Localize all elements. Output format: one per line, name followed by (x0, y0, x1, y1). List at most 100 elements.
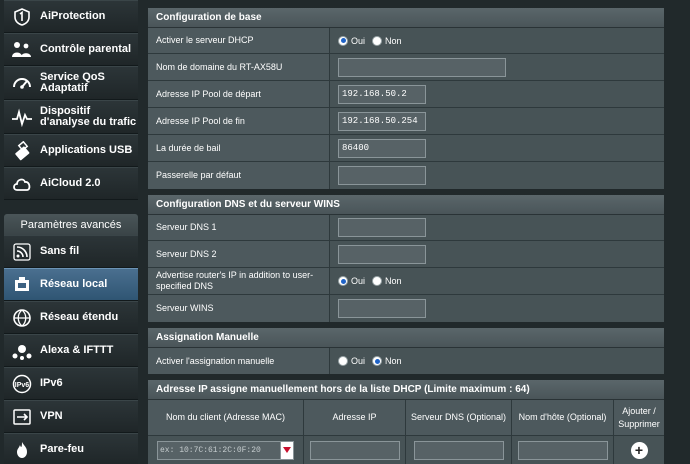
main-content: Configuration de base Activer le serveur… (148, 8, 664, 464)
cloud-icon (10, 172, 34, 196)
field-label: La durée de bail (148, 135, 330, 161)
sidebar-item-firewall[interactable]: Pare-feu (4, 433, 138, 464)
advertise-row: Advertise router's IP in addition to use… (148, 268, 664, 295)
sidebar-item-label: IPv6 (40, 377, 63, 389)
manual-list-section: Adresse IP assigne manuellement hors de … (148, 380, 664, 464)
sidebar-item-vpn[interactable]: VPN (4, 400, 138, 433)
ipv6-icon: IPv6 (10, 372, 34, 396)
sidebar-item-ipv6[interactable]: IPv6 IPv6 (4, 367, 138, 400)
field-label: Serveur WINS (148, 295, 330, 322)
client-dropdown-button[interactable] (280, 440, 294, 460)
manual-yes-radio[interactable] (338, 356, 348, 366)
sidebar-item-label: Réseau étendu (40, 311, 119, 323)
col-host-header: Nom d'hôte (Optional) (512, 400, 614, 435)
table-header: Nom du client (Adresse MAC) Adresse IP S… (148, 400, 664, 436)
sidebar-item-label: Réseau local (40, 278, 108, 290)
sidebar-item-wan[interactable]: Réseau étendu (4, 301, 138, 334)
wins-row: Serveur WINS (148, 295, 664, 322)
sidebar-item-label: AiCloud 2.0 (40, 177, 101, 189)
lease-row: La durée de bail 86400 (148, 135, 664, 162)
parental-icon (10, 38, 34, 62)
vpn-icon (10, 405, 34, 429)
col-ip-header: Adresse IP (304, 400, 406, 435)
sidebar-item-label: Alexa & IFTTT (40, 344, 114, 356)
client-mac-input[interactable]: ex: 10:7C:61:2C:0F:20 (157, 440, 294, 460)
dns1-row: Serveur DNS 1 (148, 215, 664, 241)
dns1-input[interactable] (338, 218, 426, 237)
field-label: Serveur DNS 1 (148, 215, 330, 240)
hostname-input[interactable] (517, 440, 608, 460)
sidebar: AiProtection Contrôle parental Service Q… (0, 0, 140, 464)
field-label: Activer le serveur DHCP (148, 28, 330, 53)
section-title: Adresse IP assigne manuellement hors de … (148, 380, 664, 400)
sidebar-item-wireless[interactable]: Sans fil (4, 235, 138, 268)
sidebar-item-aicloud[interactable]: AiCloud 2.0 (4, 167, 138, 200)
sidebar-item-qos[interactable]: Service QoS Adaptatif (4, 66, 138, 100)
domain-name-input[interactable] (338, 57, 506, 77)
sidebar-item-usb[interactable]: Applications USB (4, 134, 138, 167)
advanced-settings-header: Paramètres avancés (4, 214, 138, 235)
section-title: Assignation Manuelle (148, 328, 664, 348)
section-title: Configuration de base (148, 8, 664, 28)
add-entry-button[interactable]: + (630, 441, 648, 459)
wins-input[interactable] (338, 299, 426, 318)
pool-start-row: Adresse IP Pool de départ 192.168.50.2 (148, 81, 664, 108)
shield-icon (10, 5, 34, 29)
dns2-row: Serveur DNS 2 (148, 241, 664, 268)
col-action-header: Ajouter / Supprimer (618, 405, 660, 429)
wifi-icon (10, 240, 34, 264)
field-label: Adresse IP Pool de départ (148, 81, 330, 107)
field-label: Serveur DNS 2 (148, 241, 330, 267)
section-title: Configuration DNS et du serveur WINS (148, 195, 664, 215)
usb-icon (10, 139, 34, 163)
dhcp-no-radio[interactable] (372, 35, 383, 46)
dns-server-input[interactable] (413, 440, 504, 460)
svg-text:IPv6: IPv6 (15, 382, 30, 389)
domain-row: Nom de domaine du RT-AX58U (148, 54, 664, 81)
dhcp-row: Activer le serveur DHCP Oui Non (148, 28, 664, 54)
gateway-input[interactable] (338, 166, 426, 185)
lease-time-input[interactable]: 86400 (338, 138, 426, 158)
sidebar-item-label: Service QoS Adaptatif (40, 71, 105, 94)
sidebar-item-label: AiProtection (40, 10, 106, 22)
advanced-menu: Sans fil Réseau local Réseau étendu Alex… (4, 235, 138, 464)
wan-globe-icon (10, 306, 34, 330)
basic-config-section: Configuration de base Activer le serveur… (148, 8, 664, 189)
general-menu: AiProtection Contrôle parental Service Q… (4, 0, 138, 200)
field-label: Passerelle par défaut (148, 162, 330, 189)
col-client-header: Nom du client (Adresse MAC) (148, 400, 304, 435)
sidebar-item-label: Sans fil (40, 245, 80, 257)
table-row: ex: 10:7C:61:2C:0F:20 + (148, 436, 664, 464)
advertise-no-radio[interactable] (372, 276, 383, 286)
plus-icon: + (634, 442, 644, 458)
advertise-yes-radio[interactable] (338, 276, 348, 286)
sidebar-item-label: Applications USB (40, 144, 133, 156)
sidebar-item-alexa-ifttt[interactable]: Alexa & IFTTT (4, 334, 138, 367)
sidebar-item-lan[interactable]: Réseau local (4, 268, 138, 301)
field-label: Nom de domaine du RT-AX58U (148, 54, 330, 80)
lan-icon (10, 273, 34, 297)
pool-end-row: Adresse IP Pool de fin 192.168.50.254 (148, 108, 664, 135)
col-dns-header: Serveur DNS (Optional) (406, 400, 512, 435)
manual-no-radio[interactable] (372, 356, 383, 366)
field-label: Activer l'assignation manuelle (148, 348, 330, 374)
sidebar-item-label: Contrôle parental (40, 43, 132, 55)
sidebar-item-traffic-analyzer[interactable]: Dispositif d'analyse du trafic (4, 100, 138, 134)
manual-enable-row: Activer l'assignation manuelle Oui Non (148, 348, 664, 374)
ip-address-input[interactable] (309, 440, 400, 460)
field-label: Advertise router's IP in addition to use… (148, 268, 330, 294)
pool-start-input[interactable]: 192.168.50.2 (338, 84, 426, 104)
dhcp-yes-radio[interactable] (338, 35, 348, 46)
chevron-down-icon (283, 447, 291, 453)
qos-gauge-icon (10, 71, 34, 95)
sidebar-item-label: Dispositif d'analyse du trafic (40, 105, 137, 128)
sidebar-item-aiprotection[interactable]: AiProtection (4, 0, 138, 33)
sidebar-item-label: Pare-feu (40, 443, 85, 455)
pool-end-input[interactable]: 192.168.50.254 (338, 111, 426, 131)
alexa-icon (10, 339, 34, 363)
traffic-analyzer-icon (10, 105, 34, 129)
dns2-input[interactable] (338, 244, 426, 264)
gateway-row: Passerelle par défaut (148, 162, 664, 189)
firewall-icon (10, 438, 34, 462)
sidebar-item-parental[interactable]: Contrôle parental (4, 33, 138, 66)
